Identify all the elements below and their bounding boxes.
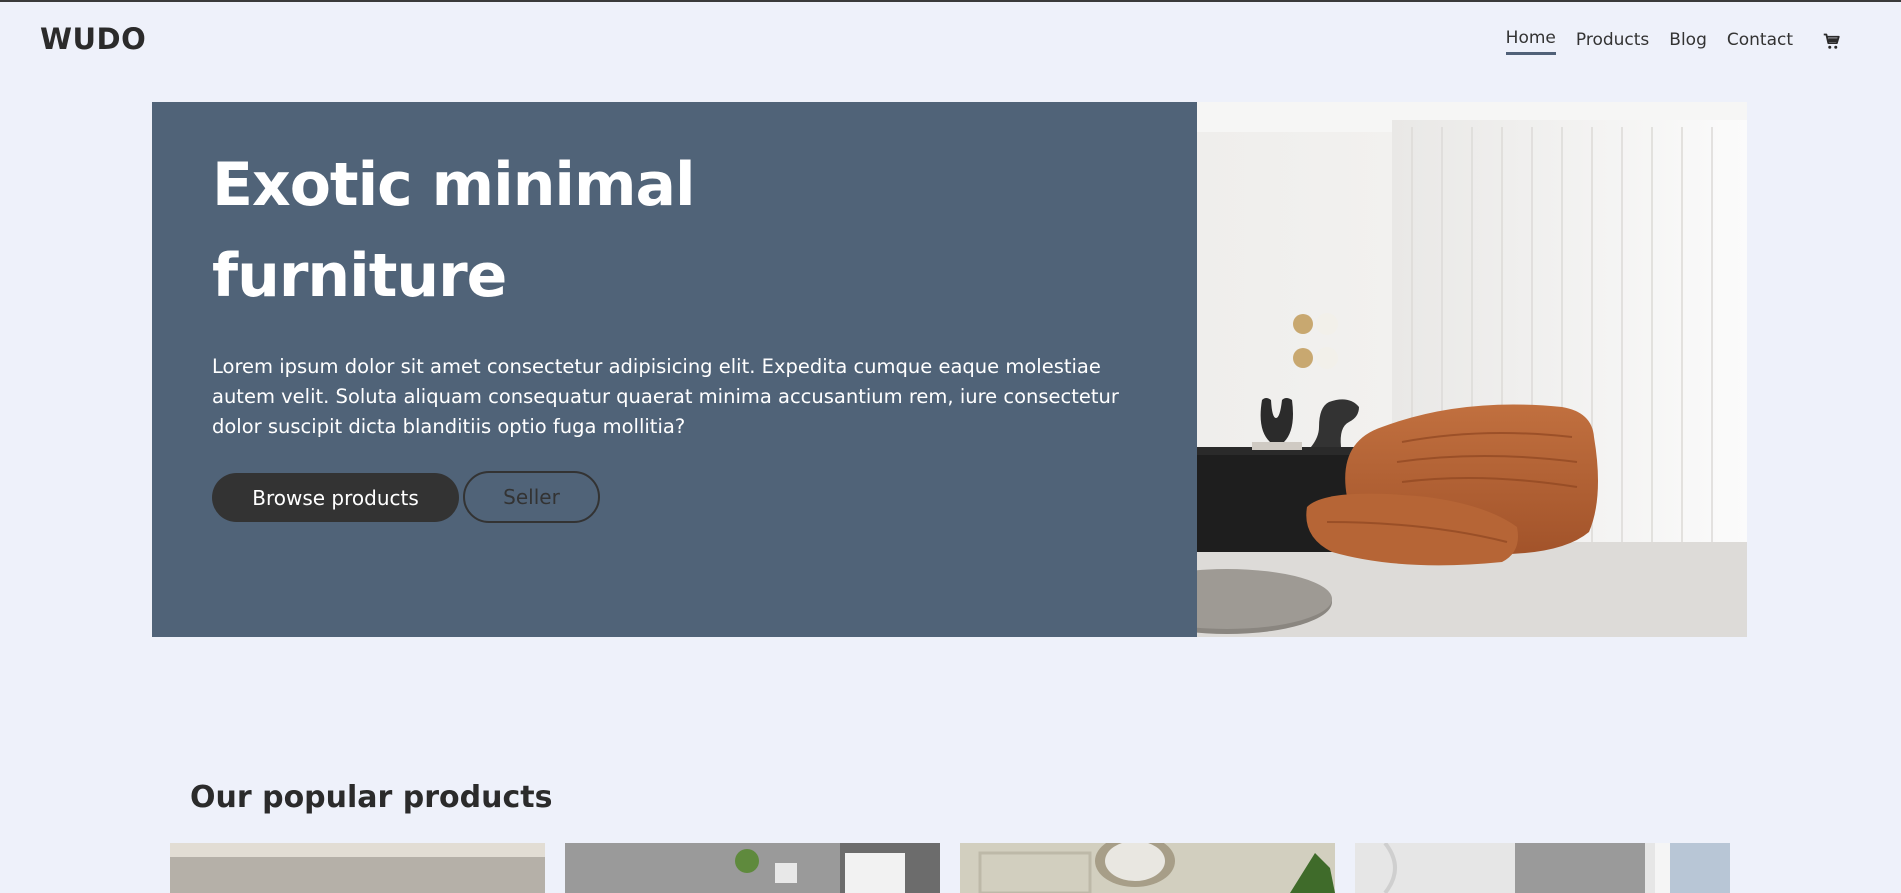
product-card-2[interactable] <box>565 843 940 893</box>
browse-products-button[interactable]: Browse products <box>212 473 459 522</box>
nav-contact[interactable]: Contact <box>1727 30 1793 54</box>
main-nav: Home Products Blog Contact <box>1486 28 1841 55</box>
hero-section: Exotic minimal furniture Lorem ipsum dol… <box>152 102 1747 637</box>
nav-blog[interactable]: Blog <box>1669 30 1707 54</box>
hero-title: Exotic minimal furniture <box>212 140 772 322</box>
popular-products-title: Our popular products <box>190 780 553 815</box>
hero-title-line-1: Exotic minimal <box>212 150 696 220</box>
product-card-3[interactable] <box>960 843 1335 893</box>
logo[interactable]: WUDO <box>40 22 146 56</box>
nav-products[interactable]: Products <box>1576 30 1649 54</box>
product-card-4[interactable] <box>1355 843 1730 893</box>
hero-image <box>1197 102 1747 637</box>
cart-icon[interactable] <box>1823 33 1841 51</box>
hero-description: Lorem ipsum dolor sit amet consectetur a… <box>212 355 1119 438</box>
site-header: WUDO Home Products Blog Contact <box>0 2 1901 78</box>
product-card-1[interactable] <box>170 843 545 893</box>
hero-title-line-2: furniture <box>212 241 507 311</box>
hero-panel: Exotic minimal furniture Lorem ipsum dol… <box>152 102 1197 637</box>
nav-home[interactable]: Home <box>1505 28 1556 55</box>
seller-button[interactable]: Seller <box>463 471 600 523</box>
